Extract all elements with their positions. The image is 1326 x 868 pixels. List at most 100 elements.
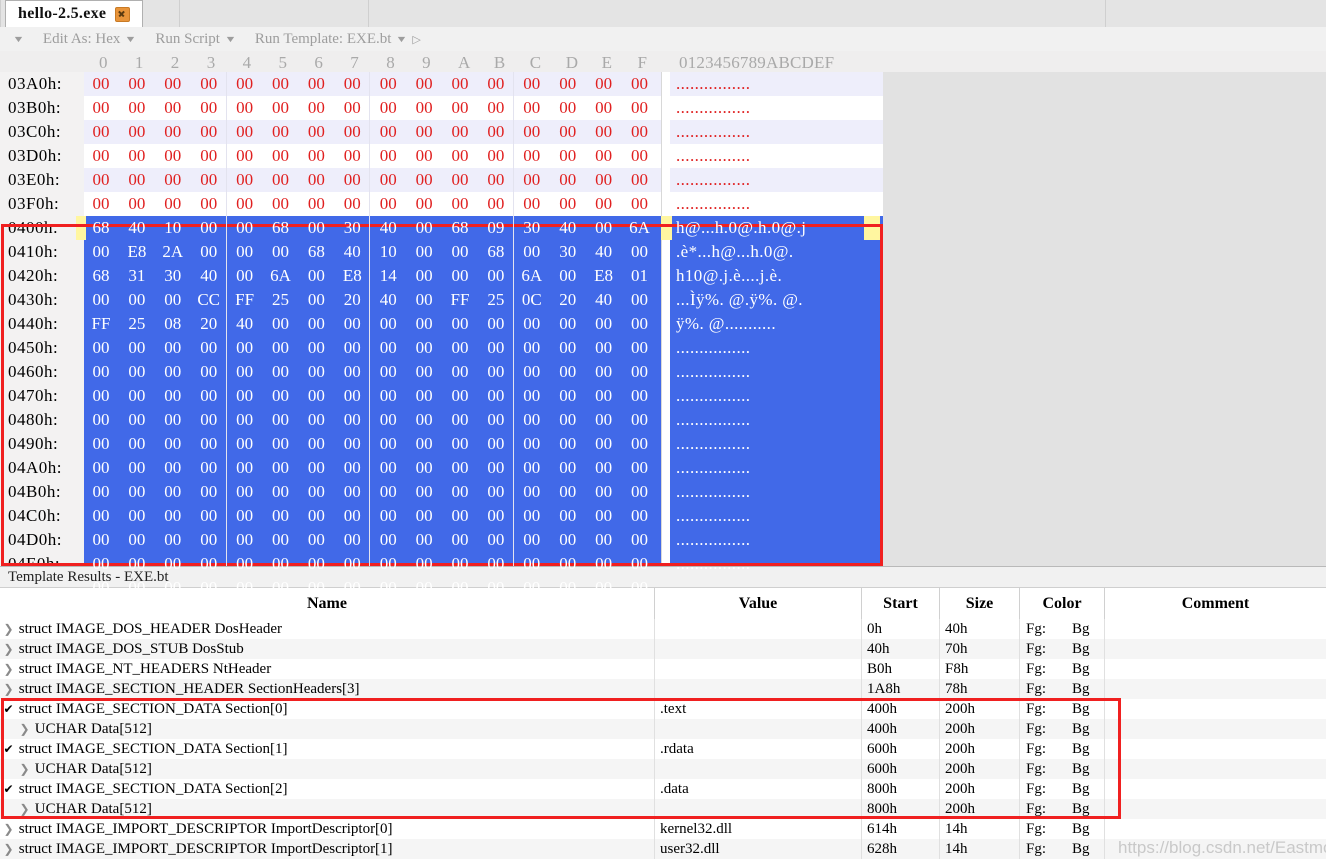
hex-byte[interactable]: 00 (86, 408, 116, 432)
hex-byte[interactable]: 00 (517, 168, 547, 192)
hex-byte[interactable]: 00 (266, 168, 296, 192)
cell-color[interactable]: Fg: Bg (1020, 659, 1105, 679)
hex-byte[interactable]: 00 (230, 168, 260, 192)
chevron-down-icon[interactable]: ✔ (2, 779, 15, 799)
hex-byte[interactable]: 00 (481, 72, 511, 96)
cell-comment[interactable] (1105, 619, 1326, 639)
cell-size[interactable]: 200h (940, 779, 1020, 799)
hex-byte[interactable]: 00 (589, 96, 619, 120)
chevron-right-icon[interactable]: ❯ (2, 639, 15, 659)
hex-byte[interactable]: 00 (517, 72, 547, 96)
table-row[interactable]: ❯ struct IMAGE_IMPORT_DESCRIPTOR ImportD… (0, 819, 1326, 839)
bg-color-label[interactable]: Bg (1072, 839, 1090, 859)
cell-value[interactable] (655, 759, 862, 779)
hex-byte[interactable]: 00 (86, 72, 116, 96)
hex-byte[interactable]: 00 (409, 480, 439, 504)
hex-byte[interactable]: 00 (301, 72, 331, 96)
hex-byte[interactable]: 00 (86, 480, 116, 504)
hex-byte[interactable]: 00 (481, 120, 511, 144)
hex-byte[interactable]: 00 (230, 144, 260, 168)
hex-byte[interactable]: 00 (625, 312, 655, 336)
hex-byte[interactable]: 00 (230, 528, 260, 552)
hex-byte[interactable]: 00 (230, 552, 260, 576)
hex-byte[interactable]: 00 (158, 528, 188, 552)
cell-color[interactable]: Fg: Bg (1020, 839, 1105, 859)
hex-byte[interactable]: 40 (373, 216, 403, 240)
hex-byte[interactable]: 00 (122, 72, 152, 96)
cell-size[interactable]: 14h (940, 819, 1020, 839)
hex-byte[interactable]: 00 (445, 336, 475, 360)
hex-byte[interactable]: 00 (625, 360, 655, 384)
hex-byte[interactable]: 00 (230, 360, 260, 384)
hex-byte[interactable]: 00 (86, 552, 116, 576)
hex-byte[interactable]: 00 (194, 96, 224, 120)
column-header-comment[interactable]: Comment (1105, 588, 1326, 619)
hex-byte[interactable]: 40 (589, 240, 619, 264)
edit-as-dropdown[interactable]: Edit As: Hex ▼ (39, 31, 139, 48)
hex-byte[interactable]: 00 (445, 456, 475, 480)
hex-byte[interactable]: 00 (373, 192, 403, 216)
hex-byte[interactable]: 00 (409, 528, 439, 552)
cell-color[interactable]: Fg: Bg (1020, 759, 1105, 779)
ascii-text[interactable]: ................ (676, 552, 750, 576)
fg-color-label[interactable]: Fg: (1026, 639, 1046, 659)
table-row[interactable]: ✔ struct IMAGE_SECTION_DATA Section[1] .r… (0, 739, 1326, 759)
hex-byte[interactable]: 2A (158, 240, 188, 264)
cell-color[interactable]: Fg: Bg (1020, 679, 1105, 699)
fg-color-label[interactable]: Fg: (1026, 839, 1046, 859)
hex-byte[interactable]: 00 (122, 336, 152, 360)
hex-byte[interactable]: 00 (122, 120, 152, 144)
hex-byte[interactable]: 40 (122, 216, 152, 240)
hex-byte[interactable]: 00 (337, 72, 367, 96)
hex-byte[interactable]: 00 (122, 192, 152, 216)
hex-byte[interactable]: 00 (337, 192, 367, 216)
hex-byte[interactable]: 00 (589, 384, 619, 408)
cell-name[interactable]: ❯ struct IMAGE_DOS_STUB DosStub (0, 639, 655, 659)
hex-row[interactable]: 03C0h: 00 00 00 00 00 00 00 00 00 00 00 00 00 00 00 00..… (0, 120, 1326, 144)
hex-byte[interactable]: 00 (409, 72, 439, 96)
hex-byte[interactable]: 00 (301, 312, 331, 336)
column-header-color[interactable]: Color (1020, 588, 1105, 619)
hex-byte[interactable]: 00 (373, 360, 403, 384)
hex-row[interactable]: 0430h: 00 00 00 CC FF 25 00 20 40 00 FF 25 0C 20 40 00..… (0, 288, 1326, 312)
hex-byte[interactable]: 00 (553, 264, 583, 288)
bg-color-label[interactable]: Bg (1072, 659, 1090, 679)
hex-byte[interactable]: 00 (266, 360, 296, 384)
hex-byte[interactable]: 25 (266, 288, 296, 312)
hex-byte[interactable]: 00 (553, 384, 583, 408)
hex-byte[interactable]: 00 (445, 72, 475, 96)
hex-byte[interactable]: 00 (373, 456, 403, 480)
hex-row[interactable]: 0490h: 00 00 00 00 00 00 00 00 00 00 00 00 00 00 00 00..… (0, 432, 1326, 456)
hex-byte[interactable]: 00 (373, 72, 403, 96)
chevron-right-icon[interactable]: ❯ (18, 759, 31, 779)
hex-byte[interactable]: 20 (553, 288, 583, 312)
hex-byte[interactable]: 00 (409, 456, 439, 480)
cell-name[interactable]: ❯ UCHAR Data[512] (0, 759, 655, 779)
cell-name[interactable]: ❯ struct IMAGE_SECTION_HEADER SectionHea… (0, 679, 655, 699)
hex-byte[interactable]: 00 (86, 96, 116, 120)
cell-name[interactable]: ❯ struct IMAGE_IMPORT_DESCRIPTOR ImportD… (0, 839, 655, 859)
hex-byte[interactable]: 00 (301, 360, 331, 384)
hex-byte[interactable]: 00 (373, 336, 403, 360)
table-row[interactable]: ❯ UCHAR Data[512] 800h 200h Fg: Bg (0, 799, 1326, 819)
hex-byte[interactable]: 00 (301, 144, 331, 168)
column-header-size[interactable]: Size (940, 588, 1020, 619)
hex-byte[interactable]: 00 (409, 312, 439, 336)
hex-byte[interactable]: 68 (266, 216, 296, 240)
hex-byte[interactable]: 00 (230, 504, 260, 528)
fg-color-label[interactable]: Fg: (1026, 819, 1046, 839)
hex-row[interactable]: 0420h: 68 31 30 40 00 6A 00 E8 14 00 00 00 6A 00 E8 01 h1… (0, 264, 1326, 288)
hex-byte[interactable]: 00 (301, 552, 331, 576)
hex-byte[interactable]: 00 (122, 504, 152, 528)
cell-color[interactable]: Fg: Bg (1020, 799, 1105, 819)
hex-byte[interactable]: 08 (158, 312, 188, 336)
cell-start[interactable]: 400h (862, 719, 940, 739)
hex-byte[interactable]: 6A (517, 264, 547, 288)
hex-byte[interactable]: 00 (86, 240, 116, 264)
ascii-text[interactable]: ................ (676, 504, 750, 528)
hex-byte[interactable]: 40 (589, 288, 619, 312)
hex-byte[interactable]: 00 (86, 528, 116, 552)
hex-byte[interactable]: 40 (553, 216, 583, 240)
hex-byte[interactable]: 00 (194, 384, 224, 408)
hex-byte[interactable]: 00 (86, 456, 116, 480)
